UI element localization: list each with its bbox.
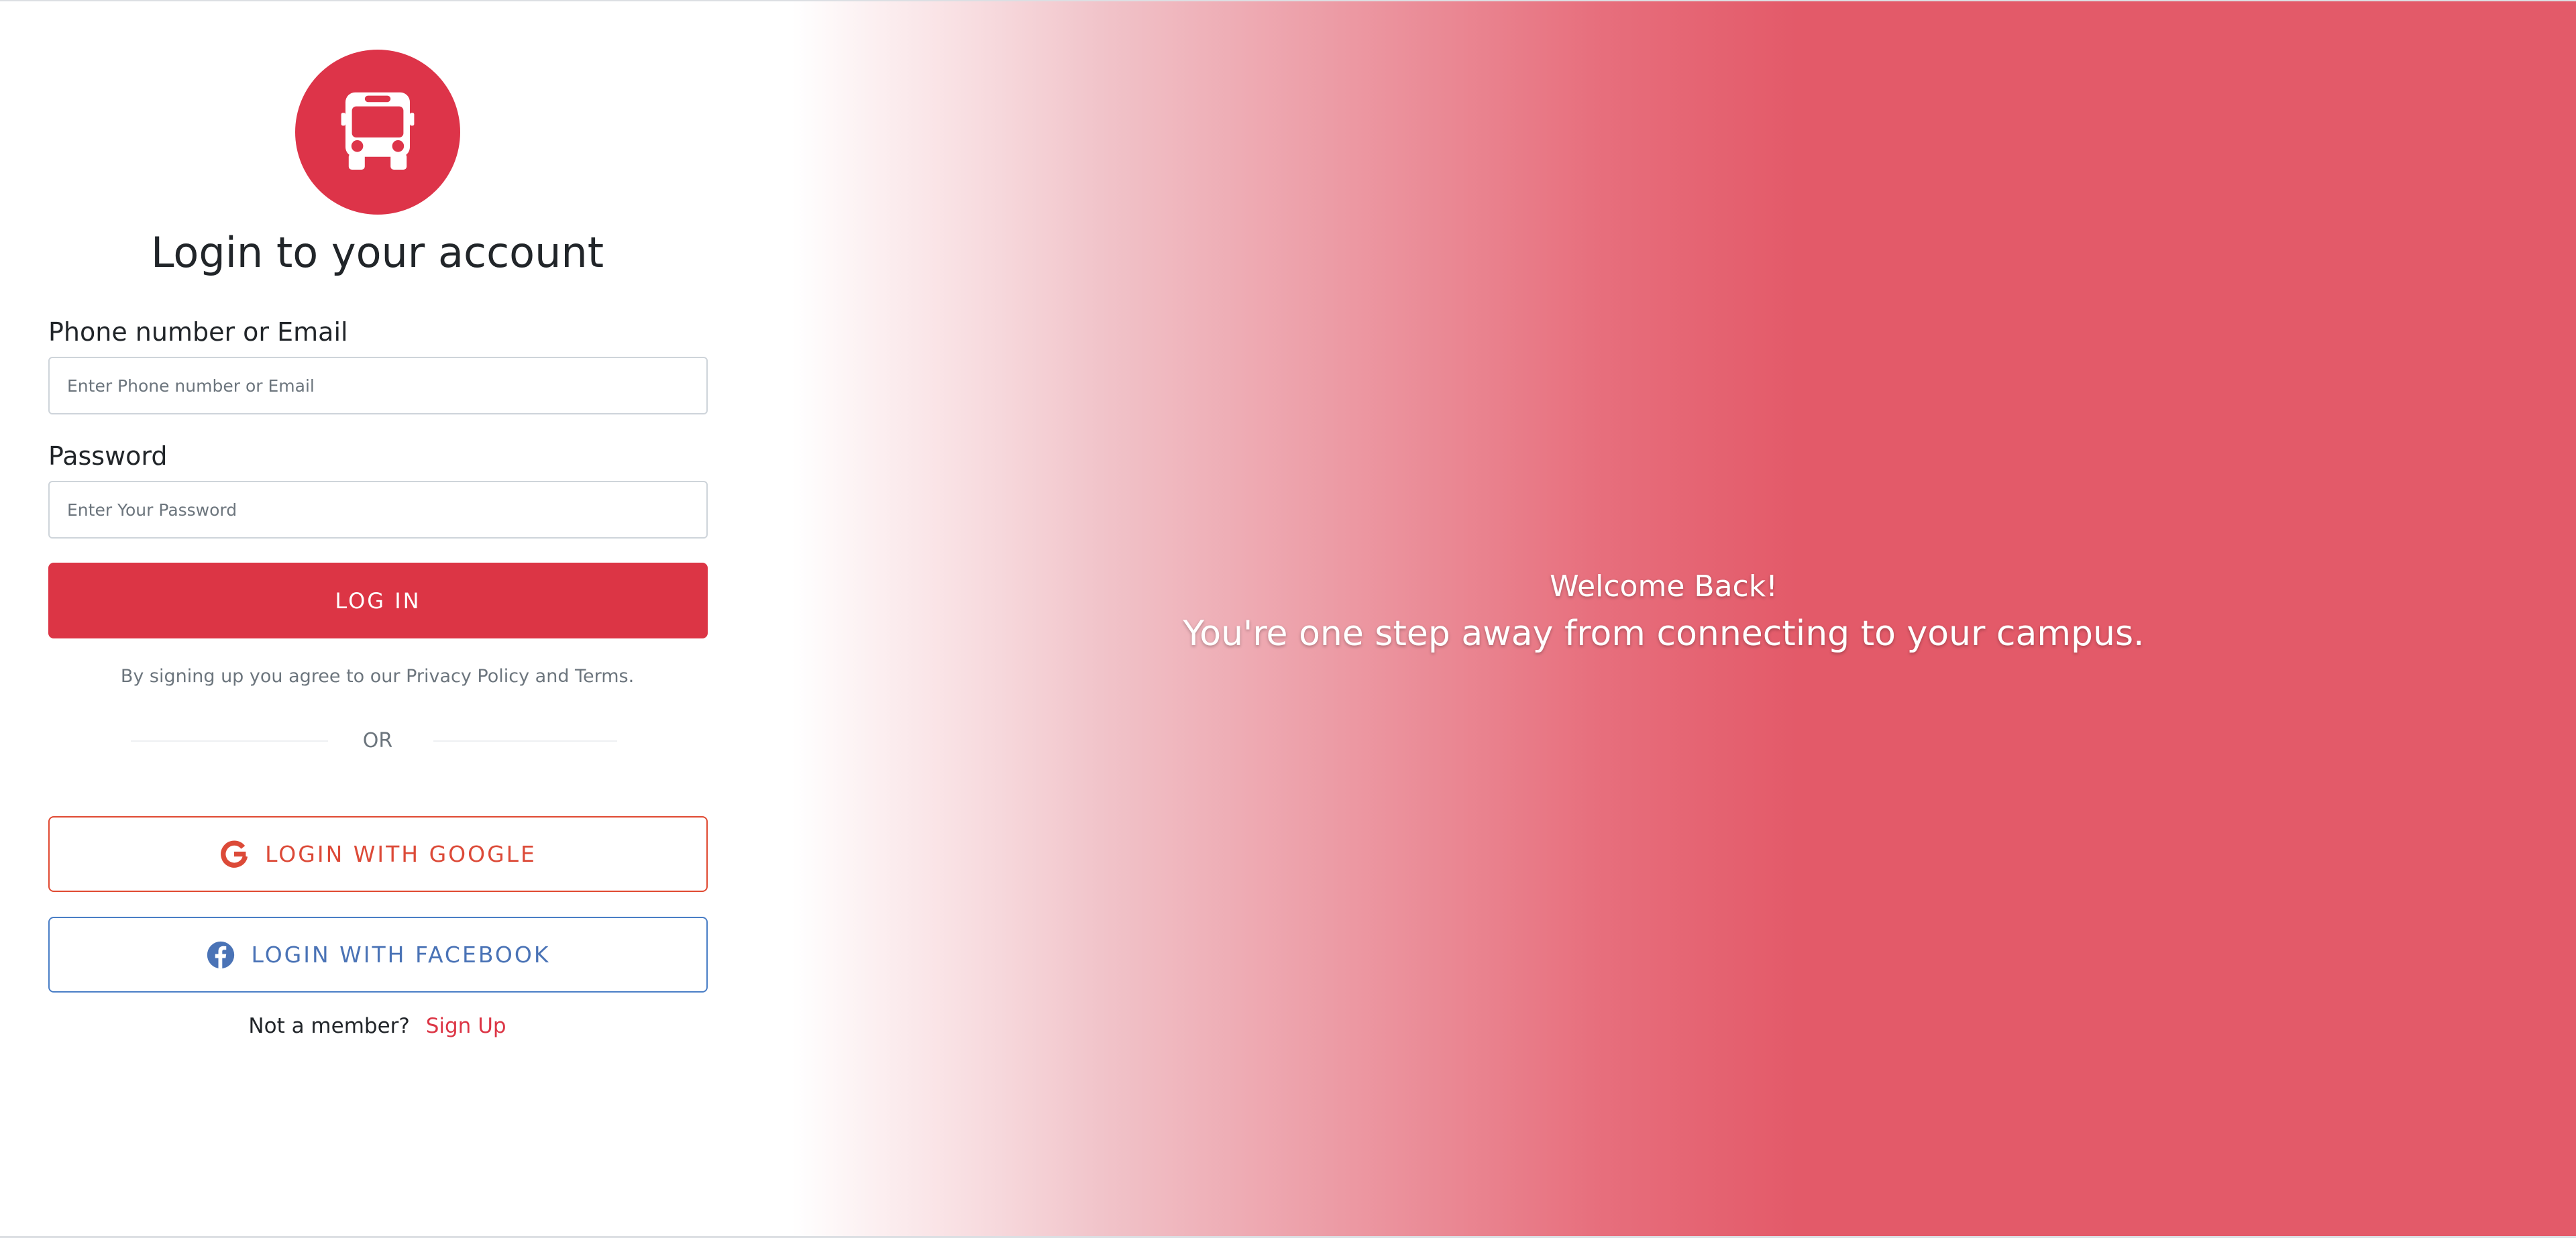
google-login-label: LOGIN WITH GOOGLE [265,841,537,867]
facebook-login-label: LOGIN WITH FACEBOOK [251,942,551,968]
terms-text: By signing up you agree to our Privacy P… [120,666,635,687]
facebook-login-button[interactable]: LOGIN WITH FACEBOOK [48,917,708,993]
page-title: Login to your account [150,228,604,277]
password-label: Password [48,441,168,471]
not-member-text: Not a member? [248,1014,410,1038]
divider-or: OR [362,729,393,752]
login-panel: Login to your account Phone number or Em… [0,1,755,1236]
signup-link[interactable]: Sign Up [426,1014,506,1038]
divider-line-right [433,740,617,742]
hero-tagline: You're one step away from connecting to … [1183,614,2145,654]
phone-email-input[interactable] [48,357,708,414]
phone-email-label: Phone number or Email [48,317,348,347]
signup-row: Not a member? Sign Up [0,1011,755,1041]
hero-text: Welcome Back! You're one step away from … [792,566,2536,660]
bus-icon [341,92,415,170]
hero-welcome: Welcome Back! [1550,569,1778,604]
google-login-button[interactable]: LOGIN WITH GOOGLE [48,816,708,892]
password-input[interactable] [48,481,708,539]
facebook-icon [207,941,234,968]
app-logo [295,50,460,215]
login-button[interactable]: LOG IN [48,563,708,638]
divider-line-left [131,740,328,742]
google-icon [221,840,248,868]
